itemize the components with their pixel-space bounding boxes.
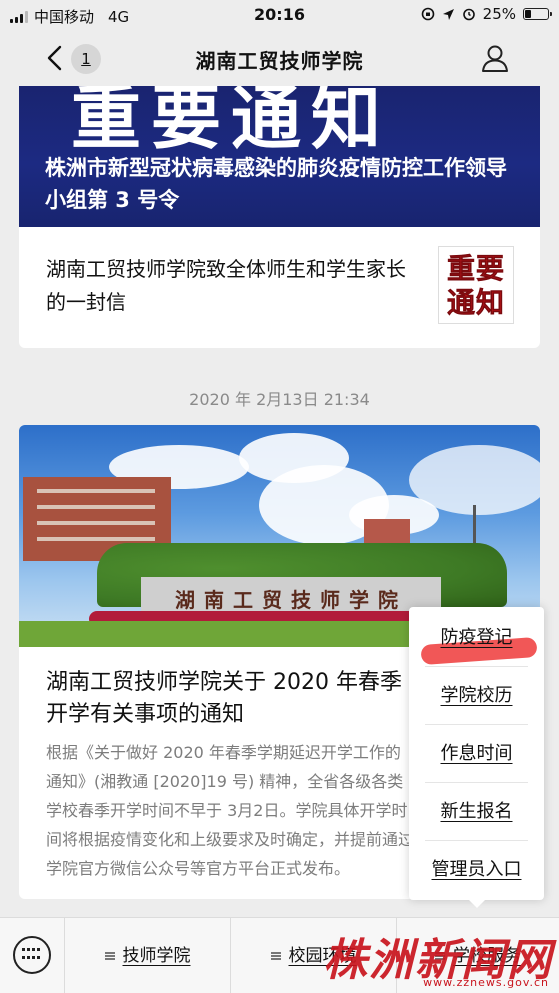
banner-subtitle: 株洲市新型冠状病毒感染的肺炎疫情防控工作领导小组第 3 号令 bbox=[45, 156, 507, 212]
menu-item-label: 新生报名 bbox=[440, 801, 513, 822]
location-icon bbox=[442, 8, 454, 20]
gate-wall: 湖南工贸技师学院 bbox=[141, 577, 441, 615]
menu-lines-icon bbox=[270, 952, 281, 960]
menu-item-label: 防疫登记 bbox=[440, 627, 513, 648]
menu-item-epidemic-registration[interactable]: 防疫登记 bbox=[425, 609, 528, 667]
menu-item-schedule[interactable]: 作息时间 bbox=[425, 725, 528, 783]
alarm-icon bbox=[462, 8, 475, 21]
article-row[interactable]: 湖南工贸技师学院致全体师生和学生家长的一封信 重要 通知 bbox=[19, 227, 540, 348]
menu-item-label: 作息时间 bbox=[440, 743, 513, 764]
article-card-notice[interactable]: 重要通知 株洲市新型冠状病毒感染的肺炎疫情防控工作领导小组第 3 号令 湖南工贸… bbox=[19, 86, 540, 348]
menu-item-admin-entry[interactable]: 管理员入口 bbox=[425, 841, 528, 899]
gate-text: 湖南工贸技师学院 bbox=[175, 588, 407, 612]
page-title: 湖南工贸技师学院 bbox=[195, 49, 364, 73]
menu-item-school-calendar[interactable]: 学院校历 bbox=[425, 667, 528, 725]
stamp-line-1: 重要 bbox=[446, 252, 505, 286]
status-right: 25% bbox=[421, 5, 552, 23]
rotation-lock-icon bbox=[421, 7, 434, 21]
menu-item-label: 管理员入口 bbox=[431, 859, 522, 880]
nav-bar: 1 湖南工贸技师学院 bbox=[0, 30, 559, 86]
banner-image: 重要通知 株洲市新型冠状病毒感染的肺炎疫情防控工作领导小组第 3 号令 bbox=[19, 86, 540, 227]
article-title: 湖南工贸技师学院致全体师生和学生家长的一封信 bbox=[46, 257, 406, 314]
article-title: 湖南工贸技师学院关于 2020 年春季开学有关事项的通知 bbox=[46, 670, 402, 727]
status-bar: 中国移动 4G 20:16 25% bbox=[0, 0, 559, 30]
user-icon[interactable] bbox=[479, 42, 511, 74]
stamp-line-2: 通知 bbox=[446, 286, 505, 320]
battery-percent: 25% bbox=[482, 5, 516, 23]
tab-technician-college[interactable]: 技师学院 bbox=[64, 918, 230, 993]
keyboard-icon[interactable] bbox=[13, 936, 51, 974]
service-popup-menu: 防疫登记 学院校历 作息时间 新生报名 管理员入口 bbox=[409, 607, 544, 908]
battery-icon bbox=[523, 8, 552, 20]
watermark-url: www.zznews.gov.cn bbox=[423, 976, 549, 989]
notice-stamp-thumbnail: 重要 通知 bbox=[438, 246, 514, 324]
menu-lines-icon bbox=[104, 952, 115, 960]
menu-item-enrollment[interactable]: 新生报名 bbox=[425, 783, 528, 841]
article-summary: 根据《关于做好 2020 年春季学期延迟开学工作的通知》(湘教通 [2020]1… bbox=[46, 743, 415, 878]
message-timestamp: 2020 年 2月13日 21:34 bbox=[189, 390, 370, 409]
tab-label: 技师学院 bbox=[122, 946, 191, 966]
menu-item-label: 学院校历 bbox=[440, 685, 513, 706]
